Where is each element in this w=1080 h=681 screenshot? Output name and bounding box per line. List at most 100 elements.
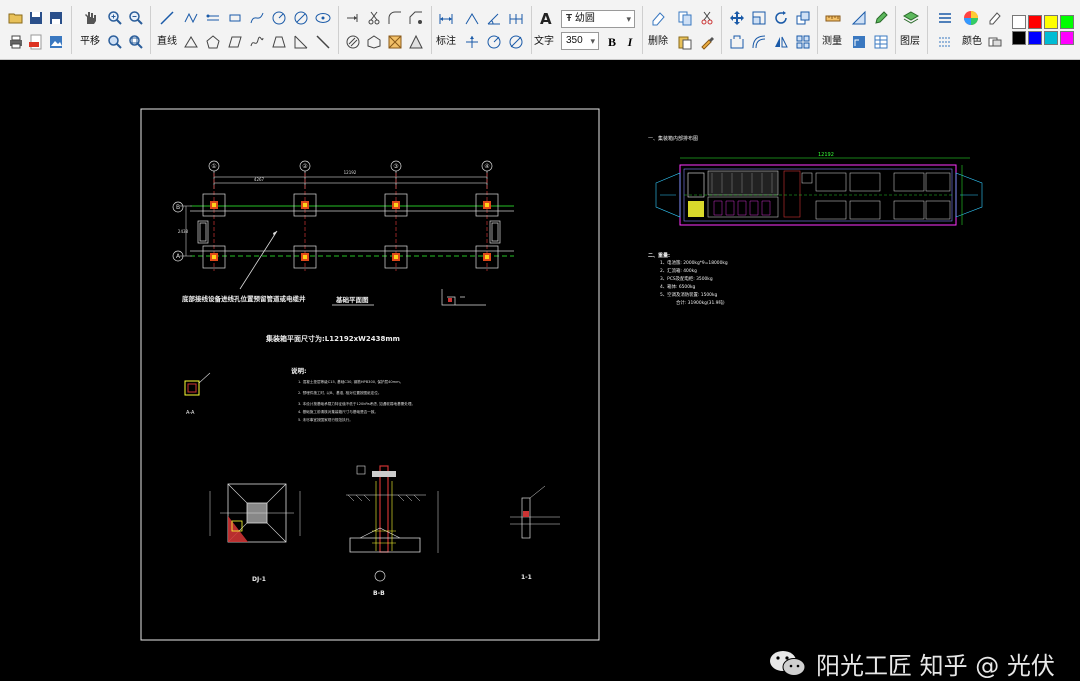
paste-icon[interactable]	[675, 32, 695, 52]
zoom-out-icon[interactable]	[126, 8, 146, 28]
stretch-icon[interactable]	[727, 32, 747, 52]
parallelogram-icon[interactable]	[225, 32, 245, 52]
swatch-yellow[interactable]	[1044, 15, 1058, 29]
dimension-icon[interactable]	[436, 8, 456, 28]
swatch-green[interactable]	[1060, 15, 1074, 29]
trapezoid-icon[interactable]	[269, 32, 289, 52]
pdf-icon[interactable]	[26, 32, 46, 52]
scale-icon[interactable]	[749, 8, 769, 28]
measure-label[interactable]: 测量	[822, 32, 842, 47]
fillet-icon[interactable]	[385, 8, 405, 28]
cut-icon[interactable]	[697, 8, 717, 28]
note-5: 5. 未尽事宜按国家现行规范执行。	[298, 417, 353, 422]
continue-dim-icon[interactable]	[506, 8, 526, 28]
pan-label[interactable]: 平移	[80, 32, 100, 47]
display-order-icon[interactable]	[985, 32, 1005, 52]
delete-label[interactable]: 删除	[648, 32, 668, 47]
ellipse-icon[interactable]	[313, 8, 333, 28]
pentagon-icon[interactable]	[203, 32, 223, 52]
open-icon[interactable]	[6, 8, 26, 28]
swatch-cyan[interactable]	[1044, 31, 1058, 45]
polyline-icon[interactable]	[181, 8, 201, 28]
hatch-icon[interactable]	[343, 32, 363, 52]
rectangle-line-icon[interactable]	[225, 8, 245, 28]
line-label[interactable]: 直线	[157, 32, 177, 47]
array-icon[interactable]	[793, 8, 813, 28]
aligned-dim-icon[interactable]	[462, 8, 482, 28]
angle-line-icon[interactable]	[291, 32, 311, 52]
radius-dim-icon[interactable]	[484, 32, 504, 52]
font-select[interactable]: Ŧ 幼圆 ▾	[561, 10, 635, 28]
measure-area-icon[interactable]	[849, 8, 869, 28]
text-label[interactable]: 文字	[534, 32, 554, 47]
export-image-icon[interactable]	[46, 32, 66, 52]
text-size-select[interactable]: 350 ▾	[561, 32, 599, 50]
pan-icon[interactable]	[80, 8, 100, 28]
diagonal-line-icon[interactable]	[313, 32, 333, 52]
diameter-dim-icon[interactable]	[506, 32, 526, 52]
print-icon[interactable]	[6, 32, 26, 52]
swatch-blue[interactable]	[1028, 31, 1042, 45]
extend-icon[interactable]	[343, 8, 363, 28]
font-select-value: 幼圆	[574, 13, 595, 24]
bold-button[interactable]: B	[602, 32, 622, 52]
zoom-in-icon[interactable]	[105, 8, 125, 28]
zoom-window-icon[interactable]	[105, 32, 125, 52]
explode-icon[interactable]	[793, 32, 813, 52]
wipeout-icon[interactable]	[406, 32, 426, 52]
layers-icon[interactable]	[901, 8, 921, 28]
triangle-icon[interactable]	[181, 32, 201, 52]
label-bb: B-B	[373, 590, 385, 597]
circle-icon[interactable]	[269, 8, 289, 28]
measure-table-icon[interactable]	[871, 32, 891, 52]
dimension-label[interactable]: 标注	[436, 32, 456, 47]
note-1: 1. 混凝土垫层等级C15, 基础C30, 钢筋HPB300, 保护层40mm。	[298, 379, 403, 384]
swatch-red[interactable]	[1028, 15, 1042, 29]
offset-icon[interactable]	[749, 32, 769, 52]
layer-label[interactable]: 图层	[900, 32, 920, 47]
trim-icon[interactable]	[364, 8, 384, 28]
grid-label-2: ②	[302, 163, 308, 170]
linetype-icon[interactable]	[935, 8, 955, 28]
cad-drawing[interactable]: ① ② ③ ④ B A 12192 4267 2438 底部接线设备进线孔位置预…	[0, 61, 1080, 651]
color-label[interactable]: 颜色	[962, 32, 982, 47]
ruler-icon[interactable]	[823, 8, 843, 28]
sheet-border	[140, 108, 600, 641]
lineweight-icon[interactable]	[935, 32, 955, 52]
multiline-icon[interactable]	[203, 8, 223, 28]
note-4: 4. 基础施工前请核对集装箱尺寸与基础是否一致。	[298, 409, 378, 414]
pencil-icon[interactable]	[871, 8, 891, 28]
size-title: 集装箱平面尺寸为:L12192xW2438mm	[265, 334, 400, 343]
swatch-magenta[interactable]	[1060, 31, 1074, 45]
chevron-down-icon: ▾	[626, 14, 631, 24]
rotate-icon[interactable]	[771, 8, 791, 28]
ordinate-dim-icon[interactable]	[462, 32, 482, 52]
section-11: 1-1	[510, 485, 560, 581]
spline-icon[interactable]	[247, 8, 267, 28]
save-as-icon[interactable]	[46, 8, 66, 28]
grid-label-3: ③	[393, 163, 398, 170]
chamfer-icon[interactable]	[406, 8, 426, 28]
text-icon[interactable]: A	[536, 8, 556, 28]
italic-button[interactable]: I	[620, 32, 640, 52]
boundary-icon[interactable]	[385, 32, 405, 52]
hatch-pattern-icon[interactable]	[985, 8, 1005, 28]
move-icon[interactable]	[727, 8, 747, 28]
zoom-extents-icon[interactable]	[126, 32, 146, 52]
line-icon[interactable]	[157, 8, 177, 28]
measure-coord-icon[interactable]	[849, 32, 869, 52]
color-wheel-icon[interactable]	[961, 8, 981, 28]
label-dj1: DJ-1	[252, 576, 266, 583]
swatch-black[interactable]	[1012, 31, 1026, 45]
region-icon[interactable]	[364, 32, 384, 52]
swatch-white[interactable]	[1012, 15, 1026, 29]
angular-dim-icon[interactable]	[484, 8, 504, 28]
drawing-canvas[interactable]: ① ② ③ ④ B A 12192 4267 2438 底部接线设备进线孔位置预…	[0, 61, 1080, 680]
copy-icon[interactable]	[675, 8, 695, 28]
eraser-icon[interactable]	[648, 8, 668, 28]
freehand-icon[interactable]	[247, 32, 267, 52]
arc-icon[interactable]	[291, 8, 311, 28]
mirror-icon[interactable]	[771, 32, 791, 52]
match-properties-icon[interactable]	[697, 32, 717, 52]
save-icon[interactable]	[26, 8, 46, 28]
